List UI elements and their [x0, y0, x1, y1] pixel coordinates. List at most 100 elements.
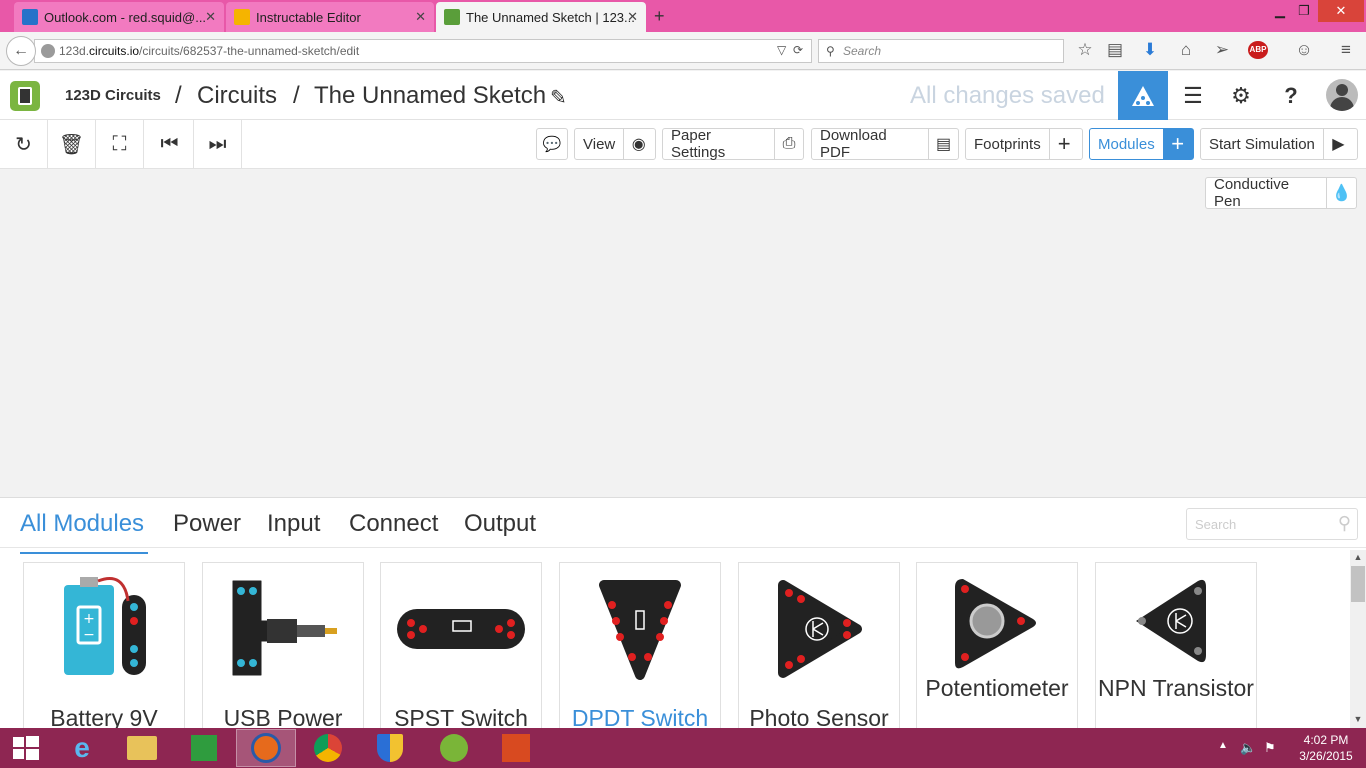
start-simulation-button[interactable]: Start Simulation ▶ [1200, 128, 1358, 160]
fit-to-screen-button[interactable]: ⛶ [96, 120, 144, 168]
download-pdf-label: Download PDF [820, 127, 887, 161]
home-icon[interactable]: ⌂ [1174, 40, 1198, 60]
volume-icon[interactable]: 🔈 [1240, 740, 1256, 756]
taskbar-utorrent[interactable] [424, 729, 484, 767]
delete-button[interactable]: 🗑 [48, 120, 96, 168]
reading-list-icon[interactable]: ▤ [1103, 40, 1127, 60]
avatar[interactable] [1326, 79, 1358, 111]
conductive-pen-label: Conductive Pen [1214, 176, 1290, 210]
sketch-title[interactable]: The Unnamed Sketch [314, 82, 546, 110]
browser-nav-bar: 123d. circuits.io/circuits/682537-the-unn… [0, 32, 1366, 70]
breadboard-view-button[interactable] [1118, 71, 1168, 120]
system-clock[interactable]: 4:02 PM 3/26/2015 [1290, 732, 1362, 764]
browser-search-input[interactable]: ⚲ Search [818, 39, 1064, 63]
module-card-npn-transistor[interactable]: NPN Transistor [1095, 562, 1257, 732]
brand-name[interactable]: 123D Circuits [65, 87, 161, 104]
sketch-canvas[interactable]: Conductive Pen 💧 [0, 169, 1366, 497]
circuits-logo-icon[interactable] [10, 81, 40, 111]
plus-icon: + [1048, 129, 1079, 159]
search-icon: ⚲ [1337, 513, 1351, 533]
modules-button[interactable]: Modules + [1089, 128, 1194, 160]
taskbar-store[interactable] [174, 729, 234, 767]
view-button[interactable]: View ◉ [574, 128, 656, 160]
circuits-icon [444, 9, 460, 25]
adblock-icon[interactable]: ABP [1248, 41, 1268, 59]
trash-icon: 🗑 [58, 133, 85, 156]
clock-time: 4:02 PM [1303, 733, 1349, 747]
footprints-button[interactable]: Footprints + [965, 128, 1083, 160]
send-icon[interactable]: ➢ [1210, 40, 1234, 60]
skip-forward-button[interactable]: ⏭ [194, 120, 242, 168]
help-button[interactable]: ? [1266, 71, 1316, 120]
start-button[interactable] [0, 729, 52, 767]
tab-connect[interactable]: Connect [349, 510, 438, 538]
tray-expand-icon[interactable]: ▲ [1218, 740, 1228, 751]
module-search-input[interactable]: Search ⚲ [1186, 508, 1358, 540]
maximize-button[interactable]: ❐ [1290, 0, 1318, 22]
url-dropdown-reload-icons[interactable]: ▽ ⟳ [777, 43, 803, 57]
scroll-up-arrow-icon[interactable]: ▲ [1350, 552, 1366, 566]
smiley-icon[interactable]: ☺ [1292, 40, 1316, 60]
taskbar-security[interactable] [360, 729, 420, 767]
tab-unnamed-sketch[interactable]: The Unnamed Sketch | 123... ✕ [436, 2, 646, 32]
start-simulation-label: Start Simulation [1209, 135, 1315, 153]
taskbar-firefox[interactable] [236, 729, 296, 767]
ink-drop-icon: 💧 [1326, 178, 1356, 208]
svg-text:+: + [83, 611, 95, 627]
pencil-icon[interactable]: ✎ [550, 85, 567, 110]
url-bar[interactable]: 123d. circuits.io/circuits/682537-the-unn… [34, 39, 812, 63]
tab-instructable-editor[interactable]: Instructable Editor ✕ [226, 2, 434, 32]
svg-text:−: − [83, 627, 95, 643]
download-icon[interactable]: ⬇ [1138, 40, 1162, 60]
store-icon [191, 735, 217, 761]
download-pdf-button[interactable]: Download PDF ▤ [811, 127, 959, 161]
view-label: View [583, 135, 616, 153]
taskbar-internet-explorer[interactable]: e [52, 729, 112, 767]
paper-settings-button[interactable]: Paper Settings ⎙ [662, 127, 804, 161]
back-button[interactable]: ← [6, 36, 36, 66]
tab-outlook[interactable]: Outlook.com - red.squid@... ✕ [14, 2, 224, 32]
conductive-pen-button[interactable]: Conductive Pen 💧 [1205, 176, 1357, 210]
taskbar-chrome[interactable] [298, 729, 358, 767]
module-card-photo-sensor[interactable]: Photo Sensor [738, 562, 900, 732]
module-card-usb-power[interactable]: USB Power [202, 562, 364, 732]
module-card-potentiometer[interactable]: Potentiometer [916, 562, 1078, 732]
modules-panel: All Modules Power Input Connect Output S… [0, 497, 1366, 732]
settings-button[interactable]: ⚙ [1216, 71, 1266, 120]
breadcrumb-circuits[interactable]: Circuits [197, 82, 277, 110]
menu-icon[interactable]: ≡ [1334, 40, 1358, 60]
search-placeholder: Search [843, 44, 882, 58]
printer-icon: ⎙ [774, 129, 803, 159]
play-icon: ▶ [1322, 129, 1353, 159]
speech-bubble-icon: 💬 [542, 136, 562, 153]
panel-scrollbar-thumb[interactable] [1351, 566, 1365, 602]
tab-input[interactable]: Input [267, 510, 320, 538]
tab-label: Instructable Editor [256, 9, 361, 25]
window-close-button[interactable]: ✕ [1318, 0, 1364, 22]
taskbar-file-explorer[interactable] [112, 729, 172, 767]
battery-module-image: + − [64, 577, 146, 675]
module-card-spst-switch[interactable]: SPST Switch [380, 562, 542, 732]
breadcrumb-separator: / [175, 82, 182, 109]
tab-output[interactable]: Output [464, 510, 536, 538]
module-card-dpdt-switch[interactable]: DPDT Switch [559, 562, 721, 732]
folder-icon [127, 736, 157, 760]
module-card-battery-9v[interactable]: + − Battery 9V [23, 562, 185, 732]
taskbar-app[interactable] [486, 729, 546, 767]
skip-back-button[interactable]: ⏮ [146, 120, 194, 168]
tab-power[interactable]: Power [173, 510, 241, 538]
breadcrumb-separator: / [293, 82, 300, 109]
list-view-button[interactable]: ☰ [1168, 71, 1218, 120]
flag-icon[interactable]: ⚑ [1264, 740, 1276, 756]
rotate-button[interactable]: ↻ [0, 120, 48, 168]
scroll-down-arrow-icon[interactable]: ▼ [1350, 714, 1366, 728]
tab-all-modules[interactable]: All Modules [20, 510, 144, 538]
new-tab-button[interactable]: + [654, 6, 665, 27]
app-header: 123D Circuits / Circuits / The Unnamed S… [0, 71, 1366, 120]
close-icon[interactable]: ✕ [205, 9, 216, 25]
modules-label: Modules [1098, 135, 1155, 153]
close-icon[interactable]: ✕ [627, 9, 638, 25]
bookmark-star-icon[interactable]: ☆ [1073, 40, 1097, 60]
comment-button[interactable]: 💬 [536, 128, 568, 160]
close-icon[interactable]: ✕ [415, 9, 426, 25]
